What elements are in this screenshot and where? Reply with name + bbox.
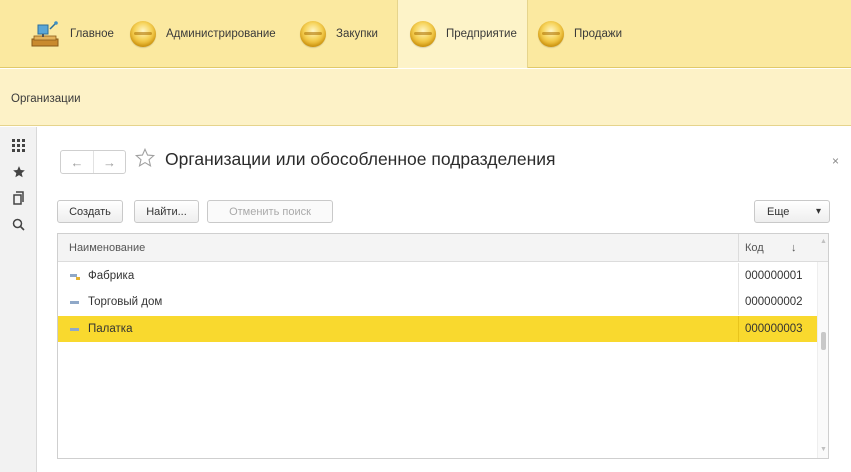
item-icon [70,301,79,304]
favorite-star-icon[interactable] [134,147,156,171]
tools-panel [0,127,37,472]
table-header: Наименование Код ↓ [58,234,828,262]
column-header-name[interactable]: Наименование [69,234,145,262]
section-administration[interactable]: Администрирование [130,0,295,68]
cell-name: Торговый дом [88,296,163,308]
apps-grid-icon[interactable] [0,133,37,159]
table-row[interactable]: Фабрика 000000001 [58,263,817,289]
column-divider [738,289,739,315]
section-enterprise[interactable]: Предприятие [397,0,528,68]
cell-code: 000000002 [745,296,803,308]
section-ball-icon [300,21,326,47]
section-ball-icon [410,21,436,47]
search-icon[interactable] [0,211,37,237]
cell-name: Палатка [88,323,133,335]
scroll-down-icon[interactable]: ▼ [820,446,827,453]
section-ball-icon [538,21,564,47]
cancel-search-button[interactable]: Отменить поиск [207,200,333,223]
group-item-icon [70,274,80,280]
cell-code: 000000003 [745,323,803,335]
list-form: ← → Организации или обособленное подразд… [38,127,851,472]
section-label: Главное [70,28,114,40]
column-header-code[interactable]: Код [745,234,764,262]
section-label: Закупки [336,28,378,40]
create-button[interactable]: Создать [57,200,123,223]
navigation-buttons: ← → [60,150,126,174]
section-main[interactable]: Главное [30,0,118,68]
open-windows-bar: Организации [0,69,851,126]
history-icon[interactable] [0,185,37,211]
more-label: Еще [767,205,790,218]
organizations-table: Наименование Код ↓ Фабрика 000000001 Тор… [57,233,829,459]
table-row-selected[interactable]: Палатка 000000003 [58,316,817,342]
cell-name: Фабрика [88,270,135,282]
item-icon [70,328,79,331]
find-button[interactable]: Найти... [134,200,199,223]
section-sales[interactable]: Продажи [538,0,638,68]
cell-code: 000000001 [745,270,803,282]
scroll-up-icon[interactable]: ▲ [820,238,827,245]
column-divider [738,263,739,289]
home-desk-icon [30,19,60,49]
section-purchases[interactable]: Закупки [300,0,395,68]
more-button[interactable]: Еще ▾ [754,200,830,223]
forward-button[interactable]: → [93,151,125,173]
table-row[interactable]: Торговый дом 000000002 [58,289,817,315]
vertical-scrollbar[interactable]: ▲ ▼ [817,238,828,458]
form-title: Организации или обособленное подразделен… [165,149,556,169]
section-ball-icon [130,21,156,47]
section-label: Администрирование [166,28,276,40]
sections-panel: Главное Администрирование Закупки Предпр… [0,0,851,68]
column-divider [738,316,739,342]
section-label: Предприятие [446,28,517,40]
sort-arrow-icon: ↓ [791,242,797,254]
scrollbar-thumb[interactable] [821,332,826,350]
open-window-tab[interactable]: Организации [11,93,81,105]
section-label: Продажи [574,28,623,40]
close-icon[interactable]: × [832,154,839,168]
star-icon[interactable] [0,159,37,185]
chevron-down-icon: ▾ [815,206,821,217]
back-button[interactable]: ← [61,151,93,173]
column-divider [738,234,739,262]
